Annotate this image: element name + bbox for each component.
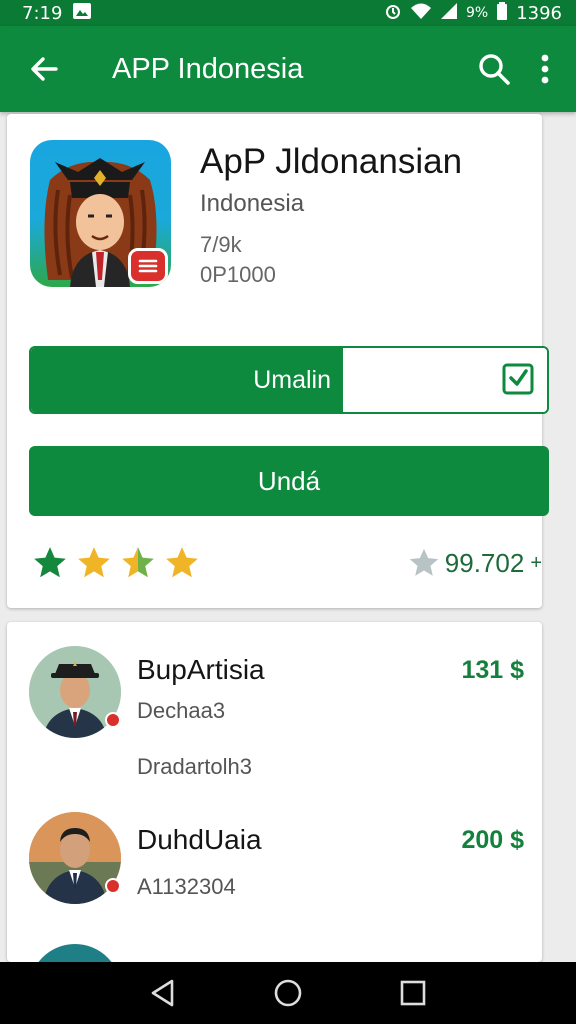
back-arrow-icon	[31, 57, 58, 81]
item-price: 131 $	[461, 656, 524, 684]
related-list-card: BupArtisia Dechaa3 Dradartolh3 131 $ Duh…	[7, 622, 542, 962]
nav-recents-button[interactable]	[391, 971, 435, 1015]
app-bar: APP Indonesia	[0, 26, 576, 112]
rating-summary: 99.702 +	[382, 546, 542, 580]
wifi-icon	[410, 2, 432, 25]
square-recents-icon	[401, 980, 426, 1006]
update-button[interactable]: Undá	[29, 446, 549, 516]
rating-value: 99.702	[444, 547, 525, 578]
circle-home-icon	[274, 979, 302, 1007]
app-details-card: ApP Jldonansian Indonesia 7/9k 0P1000 Um…	[7, 114, 549, 608]
rating-suffix: +	[530, 551, 542, 574]
avatar	[29, 944, 121, 962]
item-detail: Dradartolh3	[137, 754, 252, 779]
triangle-back-icon	[151, 979, 173, 1007]
status-time: 7:19	[22, 2, 63, 24]
nav-home-button[interactable]	[266, 971, 310, 1015]
uninstall-button[interactable]: Umalin	[31, 348, 343, 412]
nav-back-button[interactable]	[141, 971, 185, 1015]
item-subtitle: A1132304	[137, 874, 236, 899]
alarm-icon	[384, 2, 402, 25]
page-title: APP Indonesia	[112, 52, 304, 85]
star-icon	[34, 547, 66, 578]
menu-badge-icon	[128, 248, 168, 284]
back-button[interactable]	[12, 37, 76, 101]
more-options-button[interactable]	[522, 37, 568, 101]
status-bar: 7:19 9% 1396	[0, 0, 576, 26]
signal-icon	[440, 2, 458, 25]
battery-icon	[496, 1, 508, 25]
app-developer: Indonesia	[200, 190, 305, 217]
list-item-partial[interactable]	[7, 942, 542, 962]
item-subtitle: Dechaa3	[137, 698, 226, 723]
notification-dot	[105, 712, 121, 728]
system-nav-bar	[0, 962, 576, 1024]
star-icon	[78, 547, 110, 578]
item-name: BupArtisia	[137, 654, 265, 685]
status-left: 7:19	[22, 2, 92, 25]
search-button[interactable]	[466, 37, 522, 101]
app-downloads: 0P1000	[200, 262, 276, 287]
download-check-icon[interactable]	[501, 362, 535, 396]
battery-text: 9%	[465, 5, 489, 21]
status-clock-right: 1396	[516, 2, 562, 24]
list-item[interactable]: DuhdUaia A1132304 200 $	[7, 792, 542, 942]
app-size: 7/9k	[200, 232, 242, 257]
star-icon	[166, 547, 198, 578]
search-icon	[479, 54, 510, 85]
image-notification-icon	[72, 2, 92, 25]
star-rating	[31, 544, 201, 582]
app-name: ApP Jldonansian	[200, 142, 463, 181]
item-name: DuhdUaia	[137, 824, 262, 855]
more-vert-icon	[541, 54, 549, 84]
star-icon	[122, 547, 154, 578]
uninstall-side-area	[343, 348, 547, 412]
app-icon	[30, 140, 171, 287]
list-item[interactable]: BupArtisia Dechaa3 Dradartolh3 131 $	[7, 622, 542, 792]
item-price: 200 $	[461, 826, 524, 854]
notification-dot	[105, 878, 121, 894]
status-right: 9% 1396	[384, 1, 562, 25]
rating-star-icon	[409, 548, 438, 576]
uninstall-row: Umalin	[29, 346, 549, 414]
